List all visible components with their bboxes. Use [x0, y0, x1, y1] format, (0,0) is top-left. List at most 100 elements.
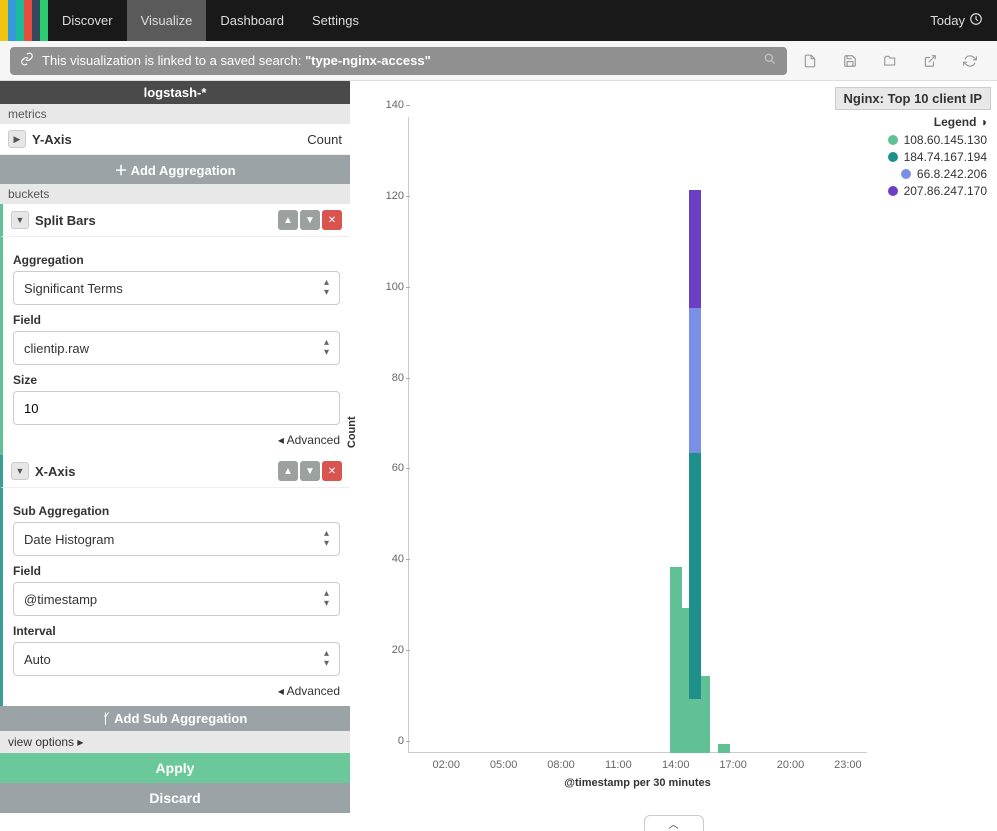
metric-value: Count: [307, 132, 342, 147]
clock-icon: [969, 12, 983, 29]
interval-select[interactable]: Auto▴▾: [13, 642, 340, 676]
plot-area[interactable]: @timestamp per 30 minutes 02040608010012…: [408, 117, 867, 753]
metrics-section-label: metrics: [0, 104, 350, 124]
x-tick: 17:00: [719, 759, 747, 771]
share-button[interactable]: [913, 47, 947, 75]
y-tick: 140: [376, 99, 404, 111]
open-button[interactable]: [873, 47, 907, 75]
add-sub-aggregation-button[interactable]: ᚶ Add Sub Aggregation: [0, 706, 350, 731]
view-options-toggle[interactable]: view options ▸: [0, 731, 350, 753]
move-up-button[interactable]: ▲: [278, 210, 298, 230]
x-tick: 11:00: [605, 759, 632, 771]
legend-header[interactable]: Legend ◑: [888, 115, 987, 129]
link-icon: [20, 52, 34, 69]
collapse-icon: ▼: [11, 211, 29, 229]
nav-settings[interactable]: Settings: [298, 0, 373, 41]
bar-segment: [689, 308, 701, 453]
bucket-xaxis-header[interactable]: ▼ X-Axis ▲ ▼ ✕: [0, 455, 350, 488]
x-tick: 08:00: [547, 759, 575, 771]
metric-yaxis-row[interactable]: ▶ Y-Axis Count: [0, 124, 350, 155]
linked-search-text: This visualization is linked to a saved …: [42, 53, 431, 68]
sidebar: logstash-* metrics ▶ Y-Axis Count ＋ Add …: [0, 81, 350, 831]
expand-icon: ▶: [8, 130, 26, 148]
aggregation-label: Aggregation: [13, 253, 340, 267]
x-tick: 02:00: [432, 759, 460, 771]
interval-label: Interval: [13, 624, 340, 638]
bucket-split-bars-body: Aggregation Significant Terms▴▾ Field cl…: [0, 237, 350, 455]
caret-icon: ▴▾: [324, 278, 329, 298]
legend-item[interactable]: 207.86.247.170: [888, 184, 987, 198]
y-tick: 100: [376, 281, 404, 293]
collapse-icon: ▼: [11, 462, 29, 480]
metric-name: Y-Axis: [32, 132, 72, 147]
size-label: Size: [13, 373, 340, 387]
bar-segment: [689, 453, 701, 698]
bar[interactable]: [718, 744, 730, 753]
linked-search-bar[interactable]: This visualization is linked to a saved …: [10, 47, 787, 75]
chevron-up-icon: ︿: [669, 816, 679, 831]
bucket-split-bars-header[interactable]: ▼ Split Bars ▲ ▼ ✕: [0, 204, 350, 237]
refresh-button[interactable]: [953, 47, 987, 75]
bar-segment: [689, 699, 701, 754]
y-tick: 60: [376, 462, 404, 474]
discard-button[interactable]: Discard: [0, 783, 350, 813]
x-tick: 23:00: [834, 759, 862, 771]
legend-item[interactable]: 184.74.167.194: [888, 150, 987, 164]
legend-dot-icon: [901, 169, 911, 179]
legend-item[interactable]: 108.60.145.130: [888, 133, 987, 147]
x-axis-label: @timestamp per 30 minutes: [408, 777, 867, 789]
advanced-toggle[interactable]: ◂ Advanced: [13, 433, 340, 447]
legend-dot-icon: [888, 135, 898, 145]
aggregation-select[interactable]: Significant Terms▴▾: [13, 271, 340, 305]
stacked-bar[interactable]: [689, 190, 701, 753]
chart: Count @timestamp per 30 minutes 02040608…: [356, 111, 877, 805]
brand-stripe: [0, 0, 48, 41]
y-tick: 0: [376, 735, 404, 747]
legend-dot-icon: [888, 152, 898, 162]
search-icon: [763, 52, 777, 69]
y-tick: 120: [376, 190, 404, 202]
x-tick: 05:00: [490, 759, 518, 771]
y-tick: 80: [376, 372, 404, 384]
legend-item[interactable]: 66.8.242.206: [888, 167, 987, 181]
visualization-panel: Nginx: Top 10 client IP Legend ◑ 108.60.…: [350, 81, 997, 831]
add-aggregation-button[interactable]: ＋ Add Aggregation: [0, 155, 350, 184]
legend-dot-icon: [888, 186, 898, 196]
save-button[interactable]: [833, 47, 867, 75]
plus-icon: ＋: [114, 163, 127, 178]
remove-button[interactable]: ✕: [322, 461, 342, 481]
legend: Legend ◑ 108.60.145.130 184.74.167.194 66.…: [888, 115, 987, 201]
apply-button[interactable]: Apply: [0, 753, 350, 783]
nav-discover[interactable]: Discover: [48, 0, 127, 41]
x-tick: 14:00: [662, 759, 690, 771]
move-down-button[interactable]: ▼: [300, 210, 320, 230]
toolbar: This visualization is linked to a saved …: [0, 41, 997, 81]
advanced-toggle[interactable]: ◂ Advanced: [13, 684, 340, 698]
bar-segment: [689, 190, 701, 308]
subagg-label: Sub Aggregation: [13, 504, 340, 518]
collapse-panel-button[interactable]: ︿: [644, 815, 704, 831]
nav-dashboard[interactable]: Dashboard: [206, 0, 298, 41]
caret-icon: ▴▾: [324, 589, 329, 609]
field-label: Field: [13, 313, 340, 327]
field-select[interactable]: clientip.raw▴▾: [13, 331, 340, 365]
move-up-button[interactable]: ▲: [278, 461, 298, 481]
y-tick: 20: [376, 644, 404, 656]
remove-button[interactable]: ✕: [322, 210, 342, 230]
caret-icon: ▴▾: [324, 529, 329, 549]
legend-toggle-icon: ◑: [980, 115, 987, 129]
field-select[interactable]: @timestamp▴▾: [13, 582, 340, 616]
subagg-select[interactable]: Date Histogram▴▾: [13, 522, 340, 556]
index-pattern-header[interactable]: logstash-*: [0, 81, 350, 104]
new-button[interactable]: [793, 47, 827, 75]
top-nav: Discover Visualize Dashboard Settings To…: [0, 0, 997, 41]
buckets-section-label: buckets: [0, 184, 350, 204]
move-down-button[interactable]: ▼: [300, 461, 320, 481]
caret-icon: ▴▾: [324, 338, 329, 358]
size-input[interactable]: [13, 391, 340, 425]
field-label: Field: [13, 564, 340, 578]
time-picker[interactable]: Today: [930, 12, 997, 29]
y-axis-label: Count: [346, 416, 358, 448]
nav-visualize[interactable]: Visualize: [127, 0, 207, 41]
y-tick: 40: [376, 553, 404, 565]
